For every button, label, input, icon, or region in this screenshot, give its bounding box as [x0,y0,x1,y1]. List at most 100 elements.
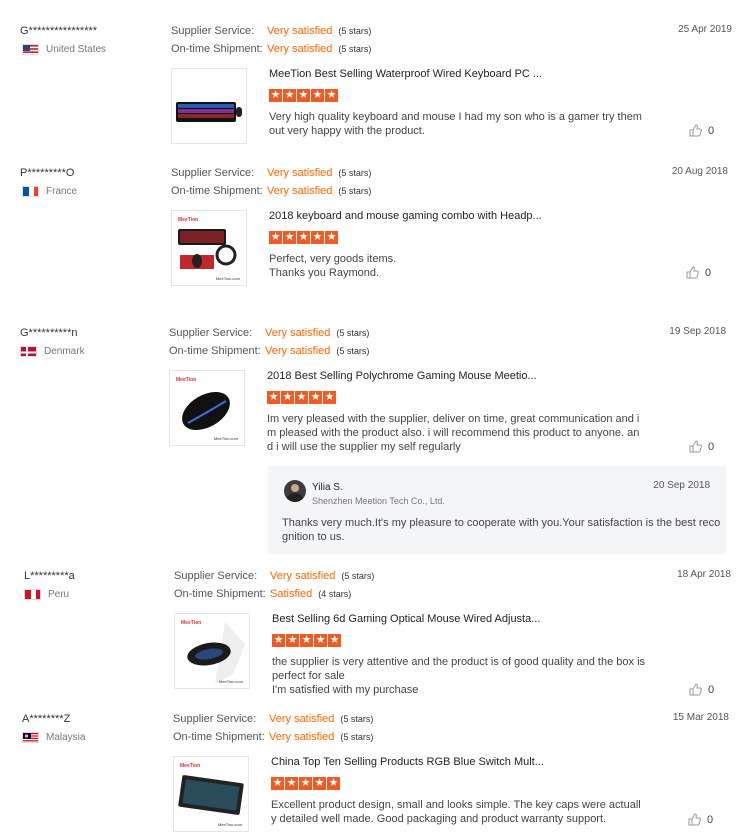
review-item: P*********O France Supplier Service: Very… [0,160,750,300]
like-button[interactable]: 0 [688,813,713,826]
star-icon: ★ [313,777,326,790]
star-icon: ★ [286,634,299,647]
review-item: A********Z Malaysia Supplier Service: Ver… [0,707,750,836]
product-thumbnail[interactable]: MeeTion MeeTion.com [169,370,245,446]
supplier-service-rating: Supplier Service: Very satisfied (5 stars) [169,327,370,339]
rating-stars: ★ ★ ★ ★ ★ [269,231,338,244]
buyer-country: United States [22,44,106,55]
star-icon: ★ [281,391,294,404]
buyer-country: Peru [24,589,69,600]
review-date: 20 Aug 2018 [671,166,728,177]
brand-logo: MeeTion [178,217,199,223]
star-icon: ★ [309,391,322,404]
star-icon: ★ [299,777,312,790]
review-date: 19 Sep 2018 [669,326,726,337]
product-title-link[interactable]: 2018 keyboard and mouse gaming combo wit… [269,210,542,222]
supplier-service-rating: Supplier Service: Very satisfied (5 stars) [171,167,372,179]
buyer-name: L*********a [24,570,75,582]
review-text: Perfect, very goods items. Thanks you Ra… [269,253,397,279]
review-text: Excellent product design, small and look… [271,799,641,825]
buyer-name: P*********O [20,167,75,179]
star-icon: ★ [269,231,282,244]
review-text: Im very pleased with the supplier, deliv… [267,413,640,453]
star-icon: ★ [300,634,313,647]
brand-logo: MeeTion [180,763,201,769]
rating-stars: ★ ★ ★ ★ ★ [267,391,336,404]
rating-stars: ★ ★ ★ ★ ★ [269,89,338,102]
product-thumbnail[interactable]: MeeTion MeeTion.com [173,756,249,832]
buyer-country: Malaysia [22,732,85,743]
flag-icon-fr [22,186,39,197]
reply-text: Thanks very much.It's my pleasure to coo… [282,517,721,543]
product-title-link[interactable]: MeeTion Best Selling Waterproof Wired Ke… [269,68,542,80]
star-icon: ★ [267,391,280,404]
brand-footer: MeeTion.com [217,822,242,827]
shipment-rating: On-time Shipment: Satisfied (4 stars) [174,588,352,600]
review-date: 25 Apr 2019 [678,24,732,35]
shipment-rating: On-time Shipment: Very satisfied (5 stars) [171,185,372,197]
shipment-rating: On-time Shipment: Very satisfied (5 stars) [173,731,374,743]
avatar [284,480,306,502]
star-icon: ★ [327,777,340,790]
star-icon: ★ [271,777,284,790]
brand-footer: MeeTion.com [215,276,240,281]
flag-icon-pe [24,589,41,600]
brand-footer: MeeTion.com [213,436,238,441]
review-date: 18 Apr 2018 [677,569,731,580]
brand-logo: MeeTion [181,620,202,626]
rating-stars: ★ ★ ★ ★ ★ [272,634,341,647]
review-text: the supplier is very attentive and the p… [272,656,646,696]
star-icon: ★ [311,89,324,102]
review-item: L*********a Peru Supplier Service: Very s… [0,565,750,705]
product-title-link[interactable]: 2018 Best Selling Polychrome Gaming Mous… [267,370,537,382]
product-thumbnail[interactable]: MeeTion MeeTion.com [171,210,247,286]
thumbs-up-icon [688,813,701,826]
reply-company: Shenzhen Meetion Tech Co., Ltd. [312,496,445,506]
flag-icon-my [22,732,39,743]
like-button[interactable]: 0 [689,683,714,696]
product-thumbnail[interactable]: MeeTion MeeTion.com [174,613,250,689]
star-icon: ★ [283,231,296,244]
buyer-country: Denmark [20,346,85,357]
like-button[interactable]: 0 [686,266,711,279]
thumbs-up-icon [686,266,699,279]
keyboard-image [176,102,242,122]
reply-date: 20 Sep 2018 [653,480,710,491]
thumbs-up-icon [689,124,702,137]
brand-logo: MeeTion [176,377,197,383]
shipment-rating: On-time Shipment: Very satisfied (5 stars) [171,43,372,55]
shipment-rating: On-time Shipment: Very satisfied (5 stars) [169,345,370,357]
star-icon: ★ [323,391,336,404]
reply-author: Yilia S. [312,482,343,493]
buyer-name: G**************** [20,25,98,37]
star-icon: ★ [328,634,341,647]
like-button[interactable]: 0 [689,124,714,137]
star-icon: ★ [269,89,282,102]
star-icon: ★ [285,777,298,790]
brand-footer: MeeTion.com [218,679,243,684]
review-date: 15 Mar 2018 [672,712,729,723]
rating-stars: ★ ★ ★ ★ ★ [271,777,340,790]
star-icon: ★ [297,89,310,102]
review-text: Very high quality keyboard and mouse I h… [269,111,642,137]
like-button[interactable]: 0 [689,440,714,453]
star-icon: ★ [295,391,308,404]
thumbs-up-icon [689,440,702,453]
star-icon: ★ [325,89,338,102]
star-icon: ★ [283,89,296,102]
supplier-service-rating: Supplier Service: Very satisfied (5 stars) [174,570,375,582]
star-icon: ★ [325,231,338,244]
review-item: G**************** United States Supplier… [0,0,750,160]
star-icon: ★ [297,231,310,244]
flag-icon-dk [20,346,37,357]
product-title-link[interactable]: China Top Ten Selling Products RGB Blue … [271,756,544,768]
star-icon: ★ [314,634,327,647]
thumbs-up-icon [689,683,702,696]
buyer-name: G**********n [20,327,78,339]
buyer-name: A********Z [22,713,71,725]
product-title-link[interactable]: Best Selling 6d Gaming Optical Mouse Wir… [272,613,540,625]
flag-icon-us [22,44,39,55]
supplier-service-rating: Supplier Service: Very satisfied (5 stars) [171,25,372,37]
product-thumbnail[interactable] [171,68,247,144]
supplier-service-rating: Supplier Service: Very satisfied (5 stars) [173,713,374,725]
